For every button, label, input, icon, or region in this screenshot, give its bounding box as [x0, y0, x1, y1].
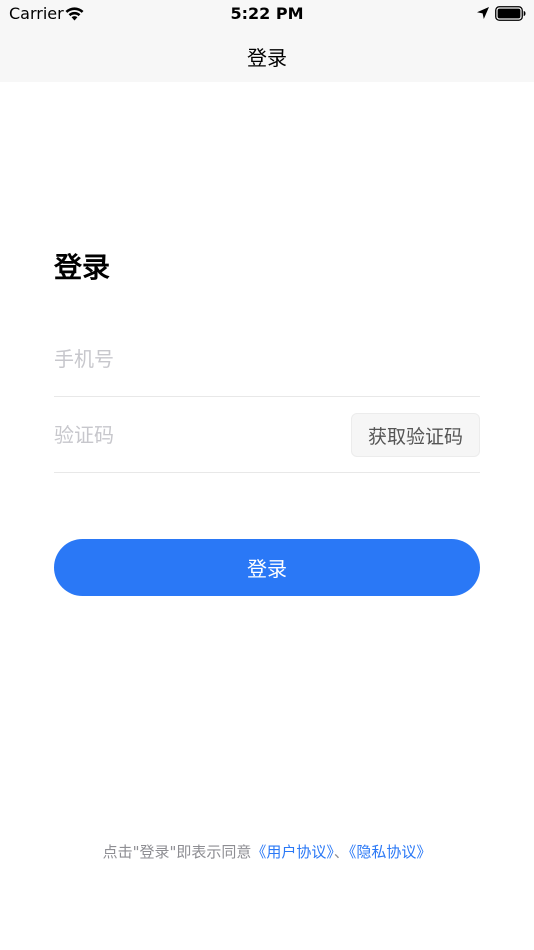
- page-heading: 登录: [54, 251, 111, 284]
- privacy-policy-link[interactable]: 《隐私协议》: [349, 843, 432, 861]
- nav-title: 登录: [247, 46, 287, 70]
- agreement-text: 点击"登录"即表示同意《用户协议》、《隐私协议》: [0, 841, 534, 862]
- login-screen: Carrier 5:22 PM 登录 登录 获取验证码 登录 点击"登: [0, 0, 534, 950]
- phone-field-row: [54, 321, 480, 397]
- login-button[interactable]: 登录: [54, 539, 480, 596]
- agreement-prefix: 点击"登录"即表示同意: [102, 843, 252, 861]
- status-bar: Carrier 5:22 PM: [0, 0, 534, 28]
- location-arrow-icon: [477, 7, 489, 19]
- get-code-button[interactable]: 获取验证码: [351, 413, 480, 457]
- user-agreement-link[interactable]: 《用户协议》: [251, 843, 334, 861]
- status-time: 5:22 PM: [230, 4, 304, 23]
- code-field-row: 获取验证码: [54, 397, 480, 473]
- phone-input[interactable]: [54, 321, 344, 397]
- top-bar: Carrier 5:22 PM 登录: [0, 0, 534, 82]
- battery-icon: [495, 6, 526, 21]
- agreement-separator: 、: [333, 843, 349, 861]
- verification-code-input[interactable]: [54, 397, 344, 473]
